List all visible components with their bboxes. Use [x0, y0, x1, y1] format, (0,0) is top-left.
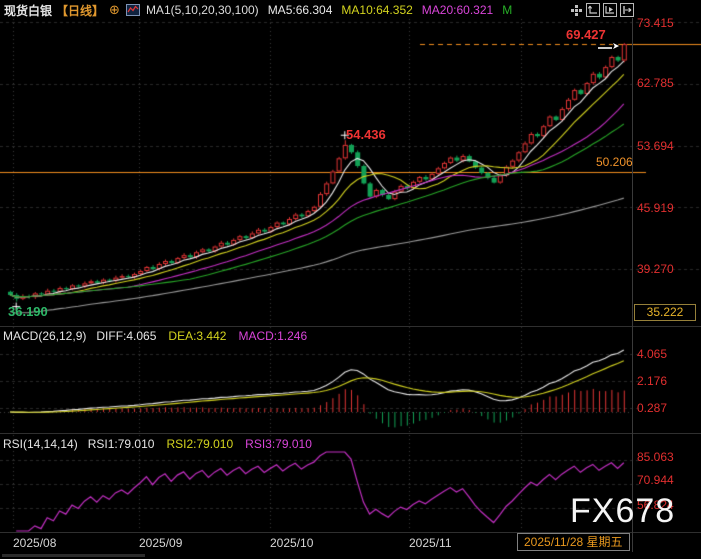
current-date-box: 2025/11/28 星期五 — [517, 533, 630, 551]
instrument-title: 现货白银 — [4, 2, 52, 19]
ma-params-label: MA1(5,10,20,30,100) — [146, 3, 259, 17]
ma10-value: MA10:64.352 — [341, 3, 412, 17]
macd-axis-label: 4.065 — [637, 347, 667, 361]
peak-price-annotation: 54.436 — [346, 127, 386, 142]
macd-header: MACD(26,12,9) DIFF:4.065 DEA:3.442 MACD:… — [3, 329, 307, 343]
price-axis-label: 45.919 — [637, 201, 674, 215]
panel-divider — [0, 326, 701, 327]
jump-latest-icon[interactable] — [620, 3, 634, 17]
macd-dea-value: DEA:3.442 — [168, 329, 226, 343]
axis-divider — [632, 18, 633, 552]
panel-divider — [0, 433, 701, 434]
rsi1-value: RSI1:79.010 — [88, 437, 155, 451]
macd-diff-value: DIFF:4.065 — [96, 329, 156, 343]
price-axis-label: 53.694 — [637, 139, 674, 153]
price-axis-label: 62.785 — [637, 76, 674, 90]
ma5-value: MA5:66.304 — [268, 3, 333, 17]
rsi-header: RSI(14,14,14) RSI1:79.010 RSI2:79.010 RS… — [3, 437, 312, 451]
rsi-name: RSI(14,14,14) — [3, 437, 78, 451]
axis-play-icon[interactable] — [603, 3, 617, 17]
crosshair-pan-icon[interactable] — [569, 3, 583, 17]
rsi-axis-label: 85.063 — [637, 450, 674, 464]
ma30-value-truncated: M — [502, 3, 512, 17]
rsi2-value: RSI2:79.010 — [166, 437, 233, 451]
price-axis-low-box: 35.222 — [634, 304, 696, 321]
x-axis-month-label: 2025/08 — [13, 536, 56, 550]
macd-axis-label: 0.287 — [637, 401, 667, 415]
horizontal-scrollbar[interactable] — [2, 554, 145, 557]
period-label[interactable]: 【日线】 — [56, 2, 104, 19]
chart-header: 现货白银 【日线】 ⊕ MA1(5,10,20,30,100) MA5:66.3… — [4, 2, 512, 18]
ma20-value: MA20:60.321 — [422, 3, 493, 17]
macd-macd-value: MACD:1.246 — [238, 329, 307, 343]
x-axis-month-label: 2025/10 — [270, 536, 313, 550]
macd-name: MACD(26,12,9) — [3, 329, 86, 343]
x-axis-month-label: 2025/09 — [139, 536, 182, 550]
price-axis-label: 39.270 — [637, 262, 674, 276]
low-price-annotation: 36.190 — [8, 304, 48, 319]
silver-daily-chart-app: 现货白银 【日线】 ⊕ MA1(5,10,20,30,100) MA5:66.3… — [0, 0, 701, 559]
chart-type-icon[interactable] — [126, 4, 140, 16]
circle-plus-icon[interactable]: ⊕ — [109, 2, 120, 18]
rsi-axis-label: 70.944 — [637, 473, 674, 487]
macd-axis-label: 2.176 — [637, 374, 667, 388]
mouse-cursor-icon — [596, 38, 622, 57]
chart-toolbar — [569, 3, 634, 17]
price-axis-label: 73.415 — [637, 16, 674, 30]
fx678-watermark: FX678 — [570, 492, 675, 531]
main-chart-canvas[interactable] — [0, 0, 701, 559]
rsi3-value: RSI3:79.010 — [245, 437, 312, 451]
axis-zoom-icon[interactable] — [586, 3, 600, 17]
support-level-annotation: 50.206 — [596, 155, 633, 169]
x-axis-month-label: 2025/11 — [409, 536, 452, 550]
